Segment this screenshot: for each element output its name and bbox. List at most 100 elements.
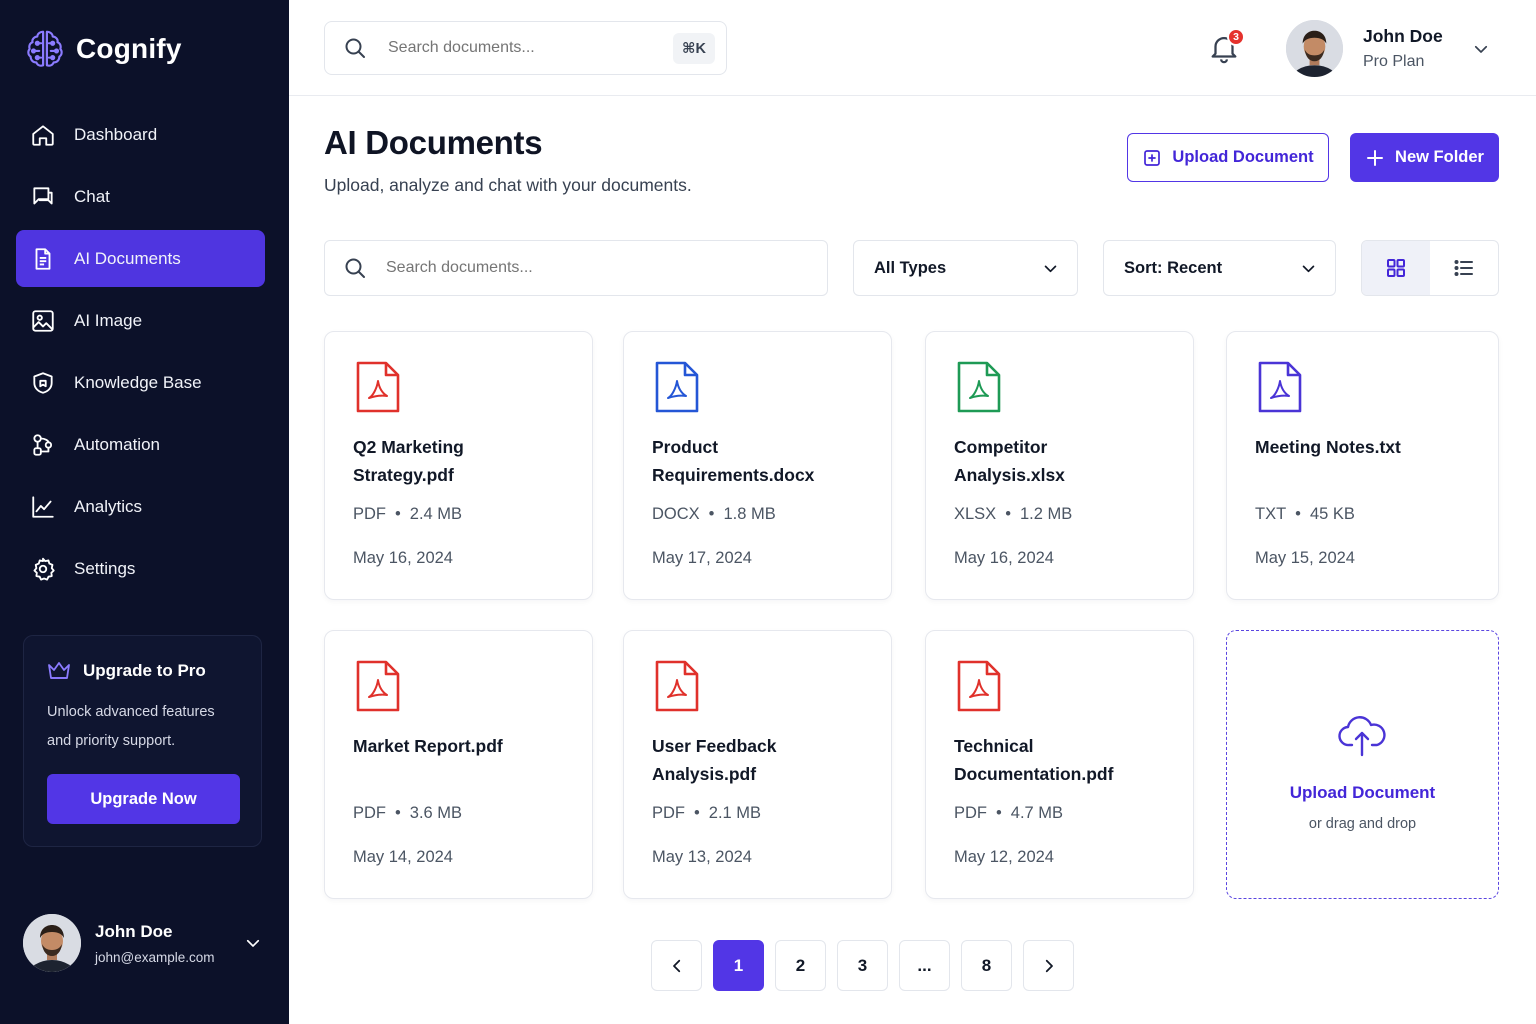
document-date: May 15, 2024 — [1255, 549, 1355, 567]
notifications-button[interactable]: 3 — [1207, 28, 1245, 66]
top-user-plan: Pro Plan — [1363, 53, 1425, 70]
sidebar-item-label: Automation — [74, 434, 160, 454]
document-card[interactable]: User Feedback Analysis.pdf PDF • 2.1 MB Ma… — [623, 630, 892, 899]
document-card[interactable]: Technical Documentation.pdf PDF • 4.7 MB M… — [925, 630, 1194, 899]
document-type: PDF — [652, 804, 685, 822]
document-card[interactable]: Meeting Notes.txt TXT • 45 KB May 15, 2024 — [1226, 331, 1499, 600]
document-meta: PDF • 2.1 MB — [652, 804, 761, 823]
separator-dot: • — [395, 505, 401, 523]
top-user-menu[interactable]: John Doe Pro Plan — [1286, 20, 1496, 78]
document-card[interactable]: Product Requirements.docx DOCX • 1.8 MB Ma… — [623, 331, 892, 600]
page-title: AI Documents — [324, 124, 543, 161]
topbar: ⌘K 3 John Doe Pro Plan — [289, 0, 1536, 96]
sidebar-item-ai-documents[interactable]: AI Documents — [16, 230, 265, 287]
sidebar-item-knowledge-base[interactable]: Knowledge Base — [16, 354, 265, 411]
top-search-input[interactable] — [388, 39, 658, 57]
pdf-file-icon — [356, 660, 400, 712]
document-card[interactable]: Competitor Analysis.xlsx XLSX • 1.2 MB May… — [925, 331, 1194, 600]
upload-dropzone[interactable]: Upload Document or drag and drop — [1226, 630, 1499, 899]
plus-icon — [1367, 149, 1384, 166]
new-folder-button[interactable]: New Folder — [1350, 133, 1499, 182]
document-name: Q2 Marketing Strategy.pdf — [353, 437, 464, 485]
sidebar-item-analytics[interactable]: Analytics — [16, 478, 265, 535]
separator-dot: • — [1295, 505, 1301, 523]
document-name: Product Requirements.docx — [652, 437, 815, 485]
document-date: May 12, 2024 — [954, 848, 1054, 866]
docx-file-icon — [655, 361, 699, 413]
document-size: 2.1 MB — [708, 804, 762, 822]
sidebar-item-label: Analytics — [74, 496, 143, 516]
separator-dot: • — [708, 505, 715, 523]
document-name: Market Report.pdf — [353, 736, 503, 756]
sidebar-item-automation[interactable]: Automation — [16, 416, 265, 473]
chevron-down-icon[interactable] — [1472, 40, 1490, 58]
sidebar-item-label: Settings — [74, 558, 136, 578]
document-type: TXT — [1255, 505, 1287, 523]
sort-select[interactable]: Sort: Recent — [1103, 240, 1336, 296]
home-icon — [32, 124, 54, 146]
document-meta: XLSX • 1.2 MB — [954, 505, 1072, 524]
list-icon — [1454, 260, 1473, 276]
sidebar: Cognify Dashboard Chat AI Documents AI I… — [0, 0, 289, 1024]
document-card[interactable]: Market Report.pdf PDF • 3.6 MB May 14, 202… — [324, 630, 593, 899]
document-meta: PDF • 4.7 MB — [954, 804, 1063, 823]
brain-logo-icon — [27, 30, 63, 67]
xlsx-file-icon — [957, 361, 1001, 413]
document-meta: DOCX • 1.8 MB — [652, 505, 776, 524]
document-size: 4.7 MB — [1010, 804, 1064, 822]
page-button-2[interactable]: 2 — [775, 940, 826, 991]
upgrade-card: Upgrade to Pro Unlock advanced features … — [23, 635, 262, 847]
chevron-down-icon — [1302, 265, 1315, 273]
avatar-image — [23, 914, 81, 972]
document-search[interactable] — [324, 240, 828, 296]
upgrade-description: Unlock advanced features and priority su… — [47, 704, 215, 749]
separator-dot: • — [395, 804, 401, 822]
brand[interactable]: Cognify — [22, 26, 182, 72]
avatar — [1286, 20, 1343, 77]
sidebar-user[interactable]: John Doe john@example.com — [23, 912, 268, 974]
document-size: 2.4 MB — [409, 505, 463, 523]
type-filter-value: All Types — [874, 258, 947, 277]
document-search-input[interactable] — [386, 259, 786, 277]
upgrade-heading: Upgrade to Pro — [47, 660, 238, 682]
avatar — [23, 914, 81, 972]
crown-icon — [48, 662, 70, 679]
page-subtitle: Upload, analyze and chat with your docum… — [324, 175, 692, 195]
top-search[interactable]: ⌘K — [324, 21, 727, 75]
type-filter-select[interactable]: All Types — [853, 240, 1078, 296]
grid-view-button[interactable] — [1362, 241, 1430, 295]
document-date: May 17, 2024 — [652, 549, 752, 567]
top-user-name: John Doe — [1363, 26, 1443, 46]
view-toggle — [1361, 240, 1499, 296]
sidebar-item-dashboard[interactable]: Dashboard — [16, 106, 265, 163]
avatar-image — [1286, 20, 1343, 77]
list-view-button[interactable] — [1430, 241, 1498, 295]
sidebar-item-ai-image[interactable]: AI Image — [16, 292, 265, 349]
upload-document-button[interactable]: Upload Document — [1127, 133, 1329, 182]
sidebar-item-chat[interactable]: Chat — [16, 168, 265, 225]
cloud-upload-icon — [1338, 716, 1386, 757]
search-icon — [345, 258, 365, 278]
document-size: 1.8 MB — [723, 505, 776, 523]
document-date: May 13, 2024 — [652, 848, 752, 866]
chevron-right-icon — [1045, 959, 1053, 972]
next-page-button[interactable] — [1023, 940, 1074, 991]
document-card[interactable]: Q2 Marketing Strategy.pdf PDF • 2.4 MB May… — [324, 331, 593, 600]
document-size: 45 KB — [1309, 505, 1355, 523]
page-button-1[interactable]: 1 — [713, 940, 764, 991]
document-date: May 16, 2024 — [954, 549, 1054, 567]
search-icon — [345, 38, 365, 58]
page-button-3[interactable]: 3 — [837, 940, 888, 991]
document-size: 1.2 MB — [1019, 505, 1073, 523]
pdf-file-icon — [655, 660, 699, 712]
page-button-8[interactable]: 8 — [961, 940, 1012, 991]
sidebar-item-label: AI Documents — [74, 248, 181, 268]
separator-dot: • — [996, 804, 1002, 822]
sidebar-item-settings[interactable]: Settings — [16, 540, 265, 597]
analytics-icon — [32, 495, 54, 518]
prev-page-button[interactable] — [651, 940, 702, 991]
document-meta: PDF • 2.4 MB — [353, 505, 462, 524]
search-shortcut-badge: ⌘K — [673, 33, 715, 64]
upgrade-now-button[interactable]: Upgrade Now — [47, 774, 240, 824]
chevron-down-icon[interactable] — [244, 934, 262, 952]
